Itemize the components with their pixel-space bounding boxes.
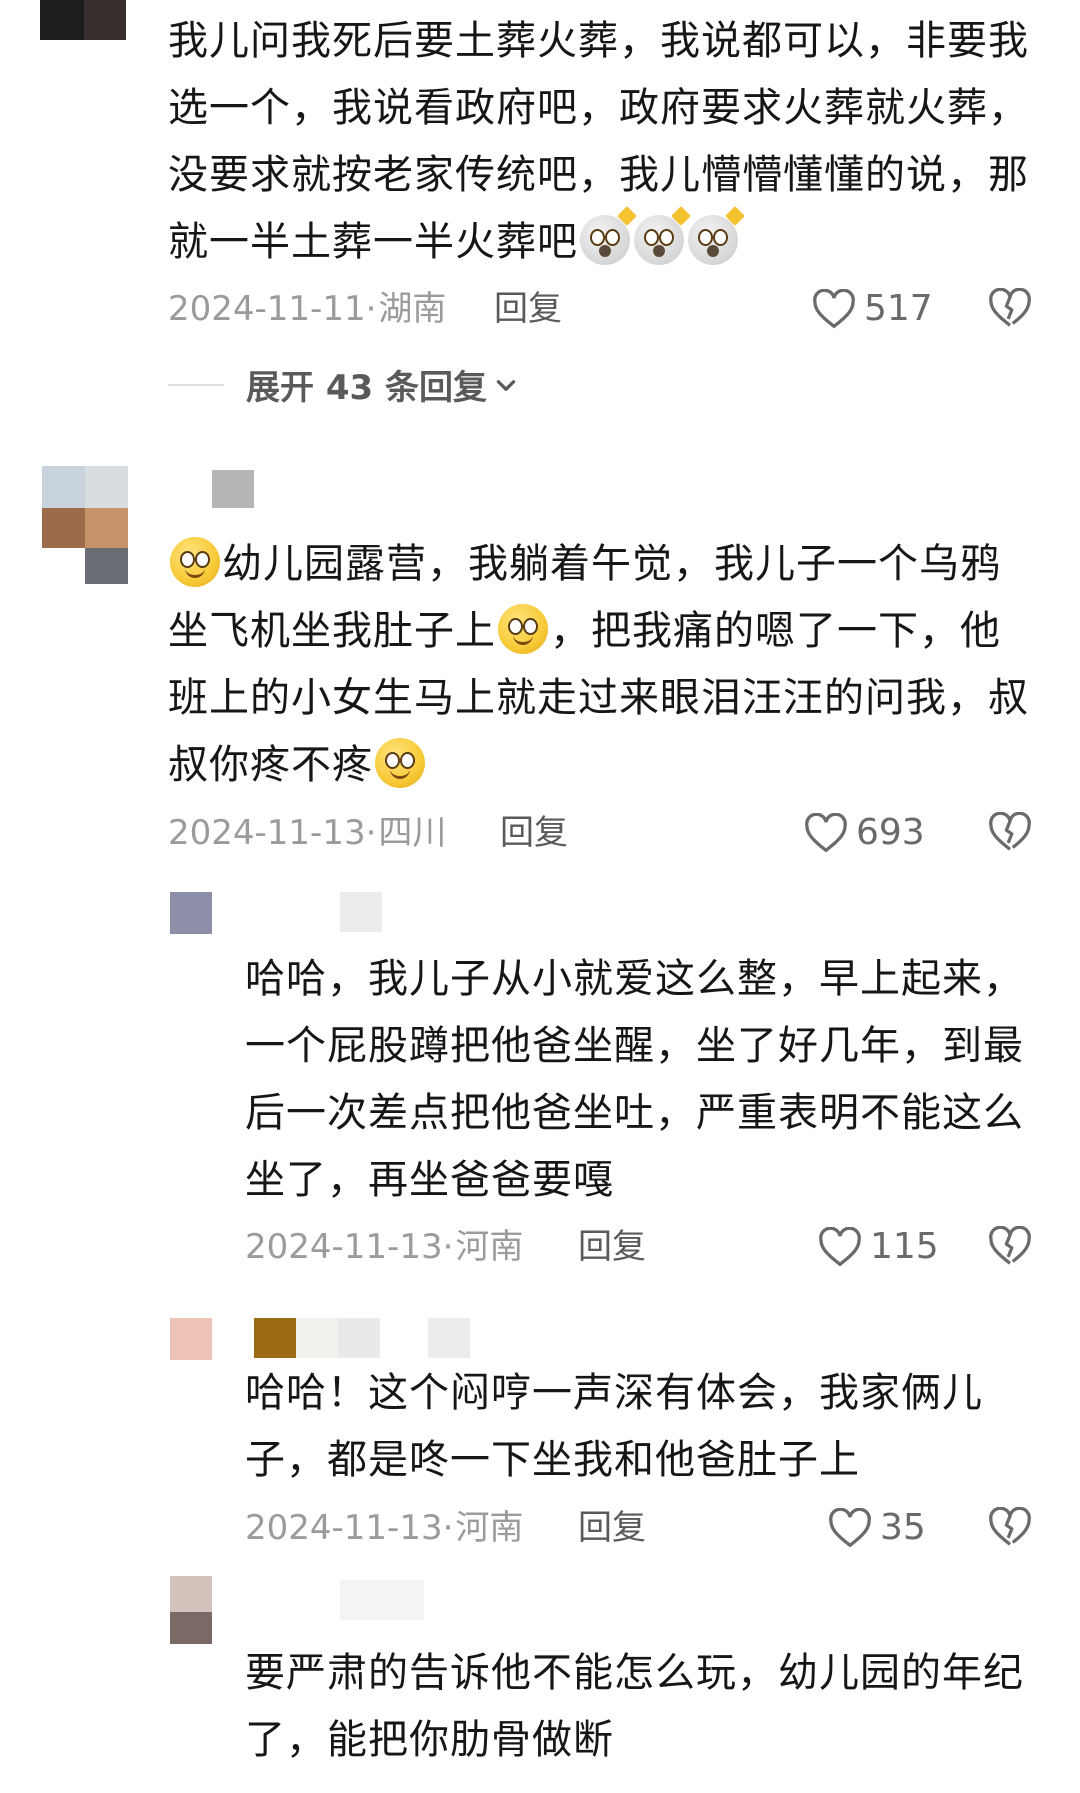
- broken-heart-icon: [989, 287, 1031, 327]
- shocked-face-icon: [634, 206, 691, 265]
- username-mosaic: [254, 1318, 470, 1358]
- username-mosaic: [340, 892, 382, 932]
- username-mosaic: [340, 1580, 424, 1620]
- username-mosaic: [212, 470, 254, 508]
- comment-text: 我儿问我死后要土葬火葬，我说都可以，非要我选一个，我说看政府吧，政府要求火葬就火…: [168, 8, 1038, 276]
- broken-heart-icon: [989, 811, 1031, 851]
- like-count: 35: [880, 1507, 926, 1548]
- comment-location: 湖南: [378, 289, 447, 329]
- heart-icon: [819, 1227, 861, 1267]
- dislike-button[interactable]: [988, 287, 1032, 332]
- comment-location: 河南: [455, 1508, 524, 1548]
- comment-location: 河南: [455, 1227, 524, 1267]
- avatar[interactable]: [170, 1318, 212, 1360]
- avatar[interactable]: [170, 892, 212, 934]
- comment-location: 四川: [378, 813, 447, 853]
- reply-button[interactable]: 回复: [500, 808, 568, 858]
- like-count: 693: [856, 812, 925, 853]
- dislike-button[interactable]: [988, 1225, 1032, 1270]
- smile-face-icon: [170, 537, 220, 587]
- comment-date: 2024-11-11: [168, 289, 366, 329]
- comment-meta: 2024-11-13·河南: [245, 1508, 524, 1548]
- expand-replies-label: 展开 43 条回复: [246, 368, 487, 408]
- reply-text: 要严肃的告诉他不能怎么玩，幼儿园的年纪了，能把你肋骨做断: [245, 1650, 1024, 1763]
- dislike-button[interactable]: [988, 811, 1032, 856]
- chevron-down-icon: [496, 379, 516, 391]
- smile-face-icon: [498, 604, 548, 654]
- comment-meta: 2024-11-13·河南: [245, 1227, 524, 1267]
- broken-heart-icon: [989, 1225, 1031, 1265]
- expand-replies-button[interactable]: 展开 43 条回复: [168, 360, 519, 409]
- reply-text: 哈哈！这个闷哼一声深有体会，我家俩儿子，都是咚一下坐我和他爸肚子上: [245, 1370, 983, 1483]
- comment-date: 2024-11-13: [245, 1227, 443, 1267]
- reply-button[interactable]: 回复: [494, 284, 562, 334]
- like-button[interactable]: 517: [812, 284, 933, 334]
- comment-meta: 2024-11-11·湖南: [168, 289, 447, 329]
- avatar[interactable]: [170, 1576, 212, 1644]
- reply-button[interactable]: 回复: [578, 1503, 646, 1553]
- like-count: 517: [864, 288, 933, 329]
- comment-date: 2024-11-13: [168, 813, 366, 853]
- shocked-face-icon: [688, 206, 745, 265]
- heart-icon: [813, 289, 855, 329]
- like-button[interactable]: 35: [828, 1503, 926, 1553]
- comment-date: 2024-11-13: [245, 1508, 443, 1548]
- divider-line: [168, 383, 224, 386]
- heart-icon: [829, 1508, 871, 1548]
- comment-text: 幼儿园露营，我躺着午觉，我儿子一个乌鸦坐飞机坐我肚子上 ，把我痛的嗯了一下，他班上…: [168, 531, 1038, 799]
- broken-heart-icon: [989, 1506, 1031, 1546]
- heart-icon: [805, 813, 847, 853]
- reply-text: 哈哈，我儿子从小就爱这么整，早上起来，一个屁股蹲把他爸坐醒，坐了好几年，到最后一…: [245, 956, 1024, 1203]
- reply-button[interactable]: 回复: [578, 1222, 646, 1272]
- like-button[interactable]: 693: [804, 808, 925, 858]
- dislike-button[interactable]: [988, 1506, 1032, 1551]
- like-button[interactable]: 115: [818, 1222, 939, 1272]
- smile-face-icon: [375, 738, 425, 788]
- comment-meta: 2024-11-13·四川: [168, 813, 447, 853]
- like-count: 115: [870, 1226, 939, 1267]
- avatar[interactable]: [40, 0, 126, 40]
- shocked-face-icon: [580, 206, 637, 265]
- avatar[interactable]: [42, 466, 128, 584]
